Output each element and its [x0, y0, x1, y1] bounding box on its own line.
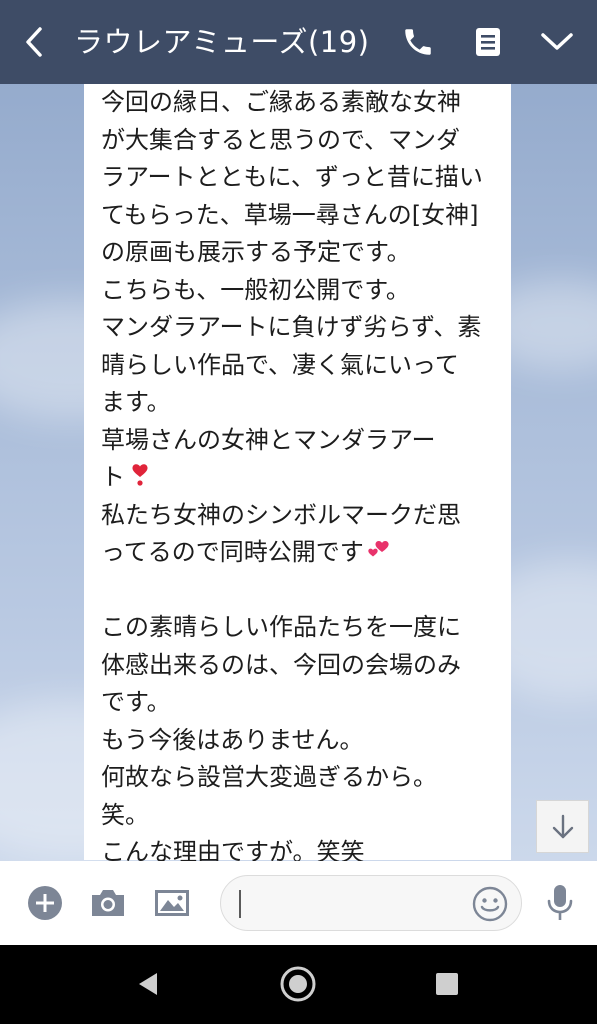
- message-line: もう今後はありません。: [101, 725, 364, 754]
- message-line: 晴らしい作品で、凄く氣にいって: [101, 350, 459, 379]
- circle-home-icon: [280, 966, 316, 1002]
- message-line: 今回の縁日、ご縁ある素敵な女神: [101, 88, 461, 116]
- square-recent-icon: [436, 973, 458, 995]
- smiley-icon: [472, 886, 508, 922]
- message-line: の原画も展示する予定です。: [101, 238, 411, 266]
- chevron-down-icon: [541, 33, 573, 50]
- arrow-down-icon: [552, 814, 573, 838]
- chat-header: ラウレアミューズ(19): [0, 0, 597, 84]
- message-line-with-emoji: ってるので同時公開です: [101, 534, 493, 572]
- back-button[interactable]: [14, 22, 54, 62]
- message-line: こちらも、一般初公開です。: [101, 275, 410, 304]
- message-line-blank: [101, 572, 493, 610]
- message-line-text: ト: [101, 463, 125, 491]
- notes-icon: [476, 28, 500, 56]
- nav-home-button[interactable]: [276, 962, 320, 1006]
- two-hearts-icon: [366, 537, 392, 563]
- message-line: 何故なら設営大変過ぎるから。: [101, 763, 437, 791]
- system-nav-bar: [0, 945, 597, 1024]
- microphone-icon: [547, 885, 573, 920]
- message-line: 私たち女神のシンボルマークだ思: [101, 500, 461, 529]
- notes-button[interactable]: [468, 22, 508, 62]
- message-line-text: ってるので同時公開です: [101, 538, 364, 566]
- image-icon: [155, 890, 189, 916]
- camera-button[interactable]: [86, 881, 130, 925]
- heart-exclamation-icon: [127, 462, 153, 488]
- nav-back-button[interactable]: [126, 962, 170, 1006]
- camera-icon: [92, 890, 124, 916]
- phone-icon: [405, 29, 431, 55]
- message-input-bar: [0, 861, 597, 945]
- add-button[interactable]: [23, 881, 67, 925]
- menu-toggle-button[interactable]: [537, 22, 577, 62]
- message-input[interactable]: [220, 875, 522, 931]
- message-line: この素晴らしい作品たちを一度に: [101, 613, 461, 641]
- message-line: てもらった、草場一尋さんの[女神]: [101, 200, 479, 229]
- triangle-back-icon: [139, 973, 157, 995]
- chevron-left-icon: [26, 27, 42, 57]
- emoji-button[interactable]: [471, 885, 509, 923]
- message-line: 体感出来るのは、今回の会場のみ: [101, 650, 461, 679]
- nav-recent-button[interactable]: [425, 962, 469, 1006]
- message-line: が大集合すると思うので、マンダ: [101, 125, 461, 154]
- chat-screen: ラウレアミューズ(19) 今回の縁日、ご縁ある素敵な女神 が大集合すると思うので…: [0, 0, 597, 1024]
- message-bubble[interactable]: 今回の縁日、ご縁ある素敵な女神 が大集合すると思うので、マンダ ラアートとともに…: [84, 84, 511, 866]
- scroll-to-bottom-button[interactable]: [536, 800, 589, 853]
- message-line: ます。: [101, 388, 171, 416]
- call-button[interactable]: [398, 22, 438, 62]
- message-line: 笑。: [101, 800, 149, 829]
- chat-title: ラウレアミューズ(19): [74, 25, 370, 59]
- message-line: 草場さんの女神とマンダラアー: [101, 425, 436, 454]
- text-caret: [239, 890, 241, 918]
- voice-button[interactable]: [538, 881, 582, 925]
- message-line-with-emoji: ト: [101, 459, 493, 497]
- image-button[interactable]: [150, 881, 194, 925]
- message-line: マンダラアートに負けず劣らず、素: [101, 313, 482, 341]
- plus-circle-icon: [28, 886, 62, 920]
- message-line: です。: [101, 688, 171, 716]
- message-line: ラアートとともに、ずっと昔に描い: [101, 163, 483, 191]
